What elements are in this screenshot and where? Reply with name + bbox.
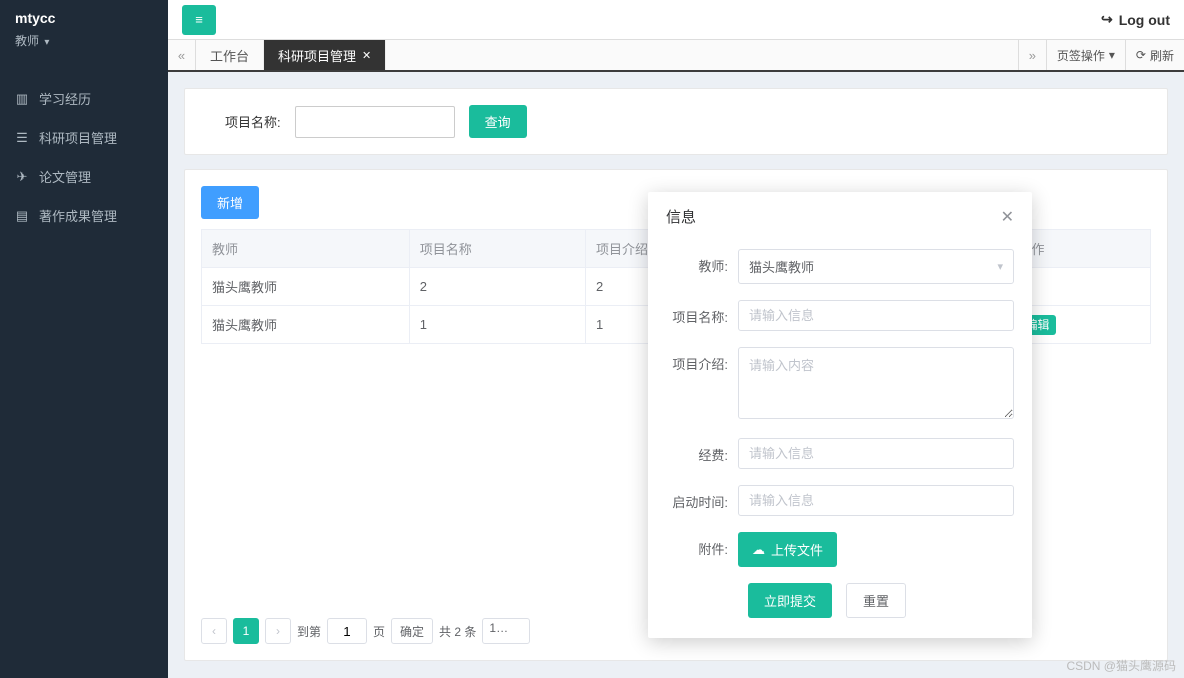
budget-field[interactable] xyxy=(738,438,1014,469)
tab-dashboard[interactable]: 工作台 xyxy=(196,40,264,70)
modal-body: 教师: 猫头鹰教师 ▾ 项目名称: xyxy=(648,241,1032,638)
label-intro: 项目介绍: xyxy=(666,347,738,373)
sidebar-item-work[interactable]: ▤ 著作成果管理 xyxy=(0,196,168,235)
search-panel: 项目名称: 查询 xyxy=(184,88,1168,155)
main: ≡ ↪ Log out « 工作台 科研项目管理 ✕ » 页签操作 xyxy=(168,0,1184,678)
submit-button[interactable]: 立即提交 xyxy=(748,583,832,618)
chevron-double-left-icon: « xyxy=(178,48,185,63)
search-button[interactable]: 查询 xyxy=(469,105,527,138)
page-prev[interactable]: ‹ xyxy=(201,618,227,644)
tab-label: 工作台 xyxy=(210,46,249,65)
tab-scroll-left[interactable]: « xyxy=(168,40,196,70)
tab-refresh-button[interactable]: ⟳ 刷新 xyxy=(1125,40,1184,70)
tab-label: 科研项目管理 xyxy=(278,46,356,65)
start-time-field[interactable] xyxy=(738,485,1014,516)
refresh-label: 刷新 xyxy=(1150,47,1174,64)
label-start: 启动时间: xyxy=(666,485,738,511)
archive-icon: ▤ xyxy=(15,209,29,223)
col-teacher: 教师 xyxy=(202,230,410,268)
label-attachment: 附件: xyxy=(666,532,738,558)
cell-name: 1 xyxy=(409,306,585,344)
content: 项目名称: 查询 新增 教师 项目名称 项目介绍 创建时间 操作 xyxy=(168,72,1184,678)
modal-dialog: 信息 ✕ 教师: 猫头鹰教师 ▾ 项目名称: xyxy=(648,192,1032,638)
list-icon: ☰ xyxy=(15,131,29,145)
topbar: ≡ ↪ Log out xyxy=(168,0,1184,40)
add-button[interactable]: 新增 xyxy=(201,186,259,219)
page-1[interactable]: 1 xyxy=(233,618,259,644)
goto-page-input[interactable] xyxy=(327,618,367,644)
upload-label: 上传文件 xyxy=(771,540,823,559)
caret-down-icon: ▾ xyxy=(44,37,49,48)
refresh-icon: ⟳ xyxy=(1136,48,1146,62)
close-icon[interactable]: ✕ xyxy=(362,49,371,62)
label-name: 项目名称: xyxy=(666,300,738,326)
page-next[interactable]: › xyxy=(265,618,291,644)
cell-teacher: 猫头鹰教师 xyxy=(202,268,410,306)
project-name-field[interactable] xyxy=(738,300,1014,331)
logout-icon: ↪ xyxy=(1101,11,1113,28)
tab-research[interactable]: 科研项目管理 ✕ xyxy=(264,40,386,70)
tab-ops-label: 页签操作 xyxy=(1057,47,1105,64)
search-label: 项目名称: xyxy=(225,112,281,131)
tabbar: « 工作台 科研项目管理 ✕ » 页签操作 ▾ ⟳ 刷新 xyxy=(168,40,1184,72)
project-intro-field[interactable] xyxy=(738,347,1014,419)
sidebar-item-label: 论文管理 xyxy=(39,167,91,186)
teacher-select[interactable]: 猫头鹰教师 ▾ xyxy=(738,249,1014,284)
chevron-left-icon: ‹ xyxy=(212,624,216,638)
upload-button[interactable]: ☁ 上传文件 xyxy=(738,532,837,567)
sidebar-item-label: 学习经历 xyxy=(39,89,91,108)
logout-button[interactable]: ↪ Log out xyxy=(1101,11,1170,28)
book-icon: ▥ xyxy=(15,92,29,106)
modal-header: 信息 ✕ xyxy=(648,192,1032,241)
sidebar: mtycc 教师 ▾ ▥ 学习经历 ☰ 科研项目管理 ✈ 论文管理 ▤ 著作成果… xyxy=(0,0,168,678)
tab-scroll-right[interactable]: » xyxy=(1018,40,1046,70)
sidebar-item-study[interactable]: ▥ 学习经历 xyxy=(0,79,168,118)
tab-operations-dropdown[interactable]: 页签操作 ▾ xyxy=(1046,40,1125,70)
caret-down-icon: ▾ xyxy=(1109,48,1115,62)
menu-toggle-button[interactable]: ≡ xyxy=(182,5,216,35)
reset-button[interactable]: 重置 xyxy=(846,583,906,618)
total-label: 共 2 条 xyxy=(439,623,476,640)
goto-confirm-button[interactable]: 确定 xyxy=(391,618,433,644)
send-icon: ✈ xyxy=(15,170,29,184)
cell-teacher: 猫头鹰教师 xyxy=(202,306,410,344)
chevron-double-right-icon: » xyxy=(1029,48,1036,63)
label-budget: 经费: xyxy=(666,438,738,464)
role-label: 教师 xyxy=(15,34,39,48)
watermark: CSDN @猫头鹰源码 xyxy=(1066,657,1176,674)
label-teacher: 教师: xyxy=(666,249,738,275)
modal-title: 信息 xyxy=(666,206,696,227)
cloud-upload-icon: ☁ xyxy=(752,542,765,558)
goto-suffix: 页 xyxy=(373,623,385,640)
page-size-select[interactable]: 10 条/页 xyxy=(482,618,530,644)
teacher-select-value: 猫头鹰教师 xyxy=(749,257,814,276)
goto-prefix: 到第 xyxy=(297,623,321,640)
role-dropdown[interactable]: 教师 ▾ xyxy=(0,28,168,61)
modal-close-button[interactable]: ✕ xyxy=(1001,207,1014,227)
sidebar-item-paper[interactable]: ✈ 论文管理 xyxy=(0,157,168,196)
side-menu: ▥ 学习经历 ☰ 科研项目管理 ✈ 论文管理 ▤ 著作成果管理 xyxy=(0,79,168,235)
logout-label: Log out xyxy=(1119,12,1170,28)
caret-down-icon: ▾ xyxy=(997,260,1003,273)
sidebar-item-label: 著作成果管理 xyxy=(39,206,117,225)
chevron-right-icon: › xyxy=(276,624,280,638)
project-name-input[interactable] xyxy=(295,106,455,138)
hamburger-icon: ≡ xyxy=(195,12,203,27)
sidebar-item-research[interactable]: ☰ 科研项目管理 xyxy=(0,118,168,157)
sidebar-item-label: 科研项目管理 xyxy=(39,128,117,147)
brand: mtycc xyxy=(0,0,168,28)
cell-name: 2 xyxy=(409,268,585,306)
col-name: 项目名称 xyxy=(409,230,585,268)
